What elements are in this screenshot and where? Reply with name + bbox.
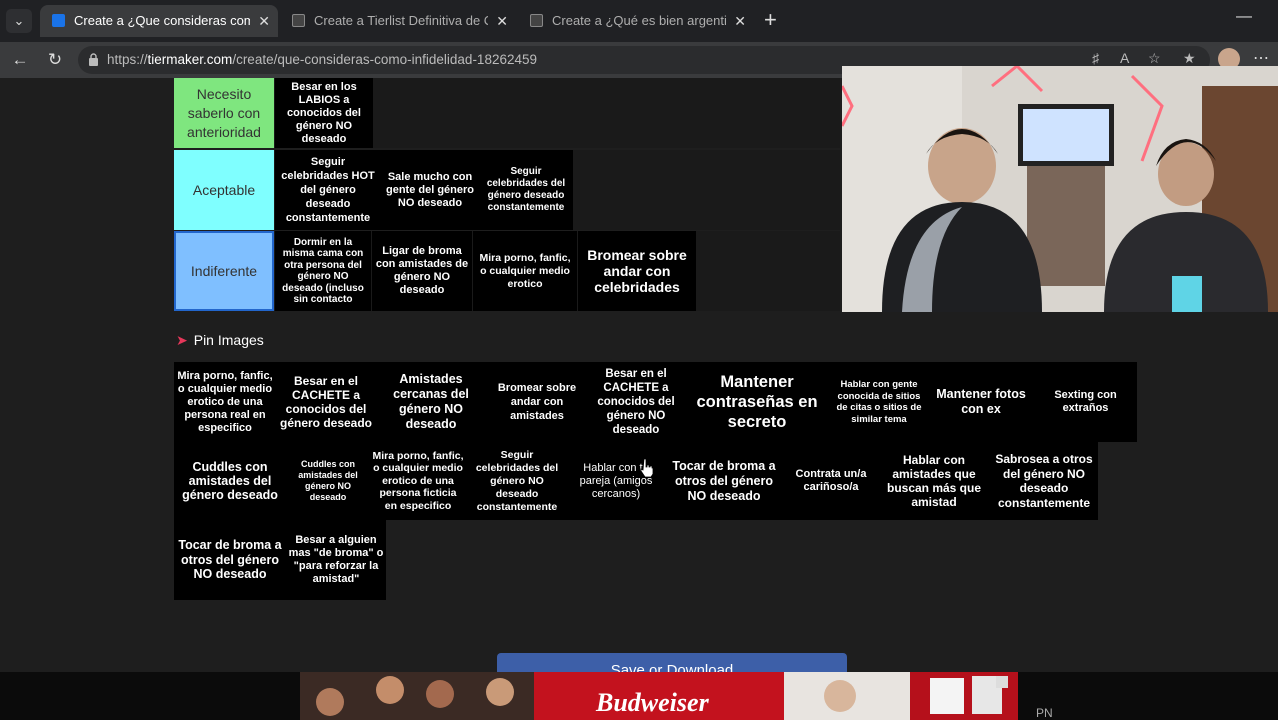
read-aloud-icon[interactable]: ♯ [1092,50,1099,66]
pin-item[interactable]: Mira porno, fanfic, o cualquier medio er… [370,442,466,520]
tier-item[interactable]: Dormir en la misma cama con otra persona… [275,231,371,311]
favorite-star-icon[interactable]: ☆ [1148,50,1161,67]
hand-cursor-icon [640,458,654,478]
tier-row-necesito: Necesito saberlo con anterioridad Besar … [174,78,840,148]
tier-label: Aceptable [174,150,274,230]
pin-item[interactable]: Mira porno, fanfic, o cualquier medio er… [174,362,276,442]
tab-actions-menu-button[interactable]: ⌄ [6,9,32,33]
pin-item[interactable]: Cuddles con amistades del género deseado [174,442,286,520]
favorites-list-icon[interactable]: ★ [1183,50,1196,67]
close-tab-icon[interactable]: ✕ [734,5,746,37]
tab-title: Create a ¿Qué es bien argentino y qué [552,13,726,28]
tier-item[interactable]: Bromear sobre andar con celebridades [578,231,696,311]
pin-item[interactable]: Besar a alguien mas "de broma" o "para r… [286,520,386,600]
tier-label: Indiferente [174,231,274,311]
pin-images-heading: ➤ Pin Images [176,332,264,348]
budweiser-logo: Budweiser [596,688,709,717]
url-text: https://tiermaker.com/create/que-conside… [107,52,537,67]
pin-item[interactable]: Contrata un/a cariñoso/a [784,442,878,520]
close-tab-icon[interactable]: ✕ [258,5,270,37]
pin-item[interactable]: Hablar con amistades que buscan más que … [878,442,990,520]
lock-icon [89,53,98,66]
pin-item[interactable]: Sexting con extraños [1034,362,1137,442]
pin-item[interactable]: Amistades cercanas del género NO deseado [376,362,486,442]
pin-item[interactable]: Hablar con gente conocida de sitios de c… [830,362,928,442]
tier-row-aceptable: Aceptable Seguir celebridades HOT del gé… [174,150,840,230]
ad-info-icon[interactable] [996,676,1008,688]
new-tab-button[interactable]: + [764,8,777,32]
close-tab-icon[interactable]: ✕ [496,5,508,37]
pin-item[interactable]: Sabrosea a otros del género NO deseado c… [990,442,1098,520]
tiermaker-favicon-icon [292,14,305,27]
pin-item[interactable]: Cuddles con amistades del género NO dese… [286,442,370,520]
tab-bar: ⌄ Create a ¿Que consideras como infideli… [0,0,1278,42]
tab-active[interactable]: Create a ¿Que consideras como infidelida… [40,5,278,37]
ad-corner-label: PN [1036,706,1053,720]
tab-title: Create a ¿Que consideras como infidelida… [74,13,250,28]
tier-label: Necesito saberlo con anterioridad [174,78,274,148]
pin-item[interactable]: Mantener contraseñas en secreto [684,362,830,442]
pin-item[interactable]: Besar en el CACHETE a conocidos del géne… [276,362,376,442]
pin-item[interactable]: Tocar de broma a otros del género NO des… [664,442,784,520]
ad-banner[interactable]: Budweiser PN [0,672,1278,720]
pin-item[interactable]: Seguir celebridades del género NO desead… [466,442,568,520]
text-size-icon[interactable]: A [1120,50,1129,66]
pin-item[interactable]: Besar en el CACHETE a conocidos del géne… [588,362,684,442]
reload-icon[interactable]: ↻ [44,49,66,71]
minimize-window-button[interactable]: — [1236,8,1252,26]
tier-item[interactable]: Mira porno, fanfic, o cualquier medio er… [473,231,577,311]
tiermaker-favicon-icon [52,14,65,27]
tier-row-indiferente: Indiferente Dormir en la misma cama con … [174,231,840,311]
tab-title: Create a Tierlist Definitiva de Comedia [314,13,488,28]
webcam-scene [842,66,1278,312]
tab-tierlist-comedia[interactable]: Create a Tierlist Definitiva de Comedia … [280,5,516,37]
pin-item[interactable]: Mantener fotos con ex [928,362,1034,442]
webcam-video [842,66,1278,312]
pin-item[interactable]: Hablar con tu pareja (amigos cercanos) [568,442,664,520]
tier-item[interactable]: Besar en los LABIOS a conocidos del géne… [275,78,373,148]
back-arrow-icon[interactable]: ← [9,49,31,71]
more-options-icon[interactable]: ⋯ [1253,48,1269,68]
tier-item[interactable]: Seguir celebridades del género deseado c… [479,150,573,230]
tab-bien-argentino[interactable]: Create a ¿Qué es bien argentino y qué ✕ [518,5,754,37]
tier-item[interactable]: Ligar de broma con amistades de género N… [372,231,472,311]
tier-item[interactable]: Sale mucho con gente del género NO desea… [381,150,479,230]
pushpin-icon: ➤ [176,332,188,348]
pin-item[interactable]: Tocar de broma a otros del género NO des… [174,520,286,600]
pin-item[interactable]: Bromear sobre andar con amistades [486,362,588,442]
tier-item[interactable]: Seguir celebridades HOT del género desea… [275,150,381,230]
tiermaker-favicon-icon [530,14,543,27]
